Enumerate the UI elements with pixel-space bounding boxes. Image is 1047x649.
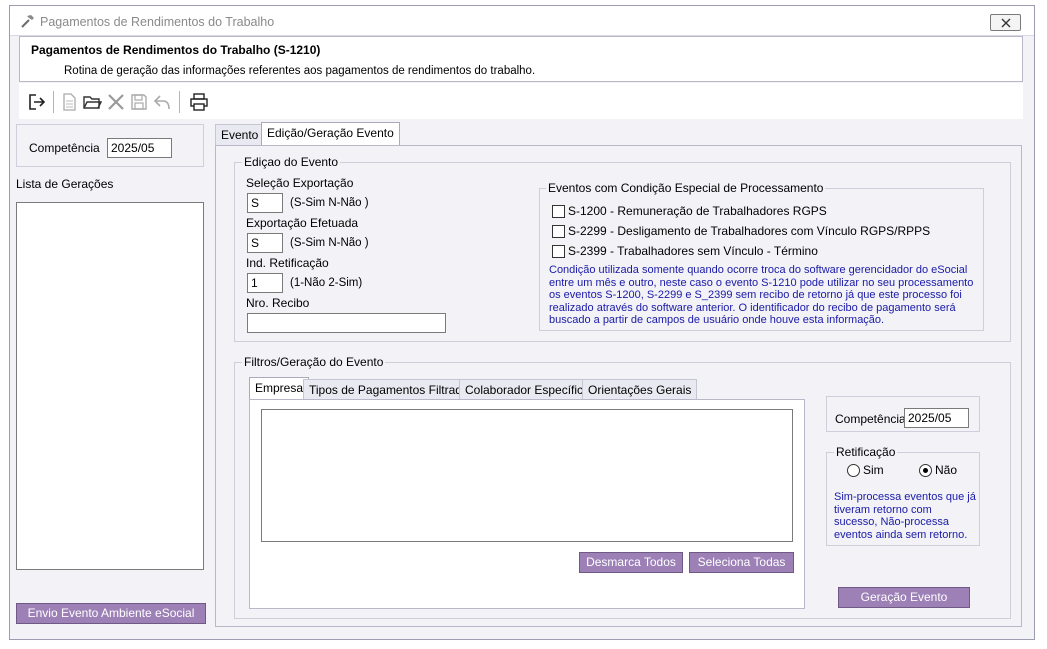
tab-empresa[interactable]: Empresa [249,377,310,400]
competencia-label: Competência [29,141,100,155]
selecao-exportacao-hint: (S-Sim N-Não ) [290,197,369,209]
tab-orientacoes-gerais[interactable]: Orientações Gerais [582,379,698,400]
radio-sim-label: Sim [863,463,884,477]
close-icon [1001,18,1010,27]
checkbox-s2299-label: S-2299 - Desligamento de Trabalhadores c… [568,224,931,238]
competencia-input[interactable]: 2025/05 [107,138,172,158]
tab-colaborador-especifico[interactable]: Colaborador Específico [459,379,596,400]
retificacao-note: Sim-processa eventos que já tiveram reto… [834,491,976,541]
ind-retificacao-label: Ind. Retificação [246,256,329,270]
checkbox-s2299[interactable] [552,225,565,238]
title-bar: Pagamentos de Rendimentos do Trabalho [10,6,1034,36]
ind-retificacao-input[interactable]: 1 [247,273,283,293]
nro-recibo-label: Nro. Recibo [246,296,310,310]
selecao-exportacao-input[interactable]: S [247,193,283,213]
exportacao-efetuada-label: Exportação Efetuada [246,216,359,230]
filtros-competencia-input[interactable]: 2025/05 [904,408,969,428]
undo-icon[interactable] [152,92,172,112]
checkbox-s2399-label: S-2399 - Trabalhadores sem Vínculo - Tér… [568,244,818,258]
nro-recibo-input[interactable] [247,313,446,333]
header-panel: Pagamentos de Rendimentos do Trabalho (S… [19,36,1023,82]
new-document-icon[interactable] [59,92,79,112]
especial-note: Condição utilizada somente quando ocorre… [549,264,974,326]
save-icon[interactable] [129,92,149,112]
tab-evento[interactable]: Evento [215,124,265,146]
retificacao-group-title: Retificação [834,445,898,459]
window-title: Pagamentos de Rendimentos do Trabalho [40,15,275,29]
selecao-exportacao-label: Seleção Exportação [246,176,354,190]
checkbox-s1200[interactable] [552,205,565,218]
lista-geracoes-list[interactable] [16,202,204,570]
open-folder-icon[interactable] [82,92,102,112]
toolbar [19,83,1023,119]
hammer-icon [21,15,34,28]
exportacao-efetuada-input[interactable]: S [247,233,283,253]
geracao-evento-button[interactable]: Geração Evento [838,587,970,608]
seleciona-todas-button[interactable]: Seleciona Todas [689,552,794,573]
radio-sim[interactable] [847,464,860,477]
empresa-tab-panel: Desmarca Todos Seleciona Todas [249,399,805,609]
checkbox-s1200-label: S-1200 - Remuneração de Trabalhadores RG… [568,204,827,218]
tab-edicao-geracao[interactable]: Edição/Geração Evento [261,122,400,146]
page-title: Pagamentos de Rendimentos do Trabalho (S… [31,43,321,57]
checkbox-s2399[interactable] [552,245,565,258]
edicao-group-title: Ediçao do Evento [242,155,341,169]
empresa-list[interactable] [261,409,793,542]
close-button[interactable] [990,14,1021,31]
delete-icon[interactable] [106,92,126,112]
especial-group-title: Eventos com Condição Especial de Process… [546,181,826,195]
toolbar-separator [53,91,54,113]
page-subtitle: Rotina de geração das informações refere… [64,65,536,77]
envio-evento-button[interactable]: Envio Evento Ambiente eSocial [16,603,206,624]
print-icon[interactable] [189,92,209,112]
filtros-competencia-label: Competência [835,412,906,426]
lista-geracoes-label: Lista de Gerações [16,177,114,191]
radio-nao-label: Não [935,463,958,477]
main-window: Pagamentos de Rendimentos do Trabalho Pa… [9,5,1035,640]
exportacao-efetuada-hint: (S-Sim N-Não ) [290,237,369,249]
radio-nao[interactable] [919,464,932,477]
filtros-group-title: Filtros/Geração do Evento [242,355,386,369]
exit-icon[interactable] [27,92,47,112]
desmarca-todos-button[interactable]: Desmarca Todos [579,552,683,573]
ind-retificacao-hint: (1-Não 2-Sim) [290,277,363,289]
tab-tipos-pagamentos[interactable]: Tipos de Pagamentos Filtrados [303,379,481,400]
toolbar-separator [179,91,180,113]
competencia-box: Competência 2025/05 [16,124,204,167]
tab-content-panel: Ediçao do Evento Seleção Exportação S (S… [215,145,1022,627]
